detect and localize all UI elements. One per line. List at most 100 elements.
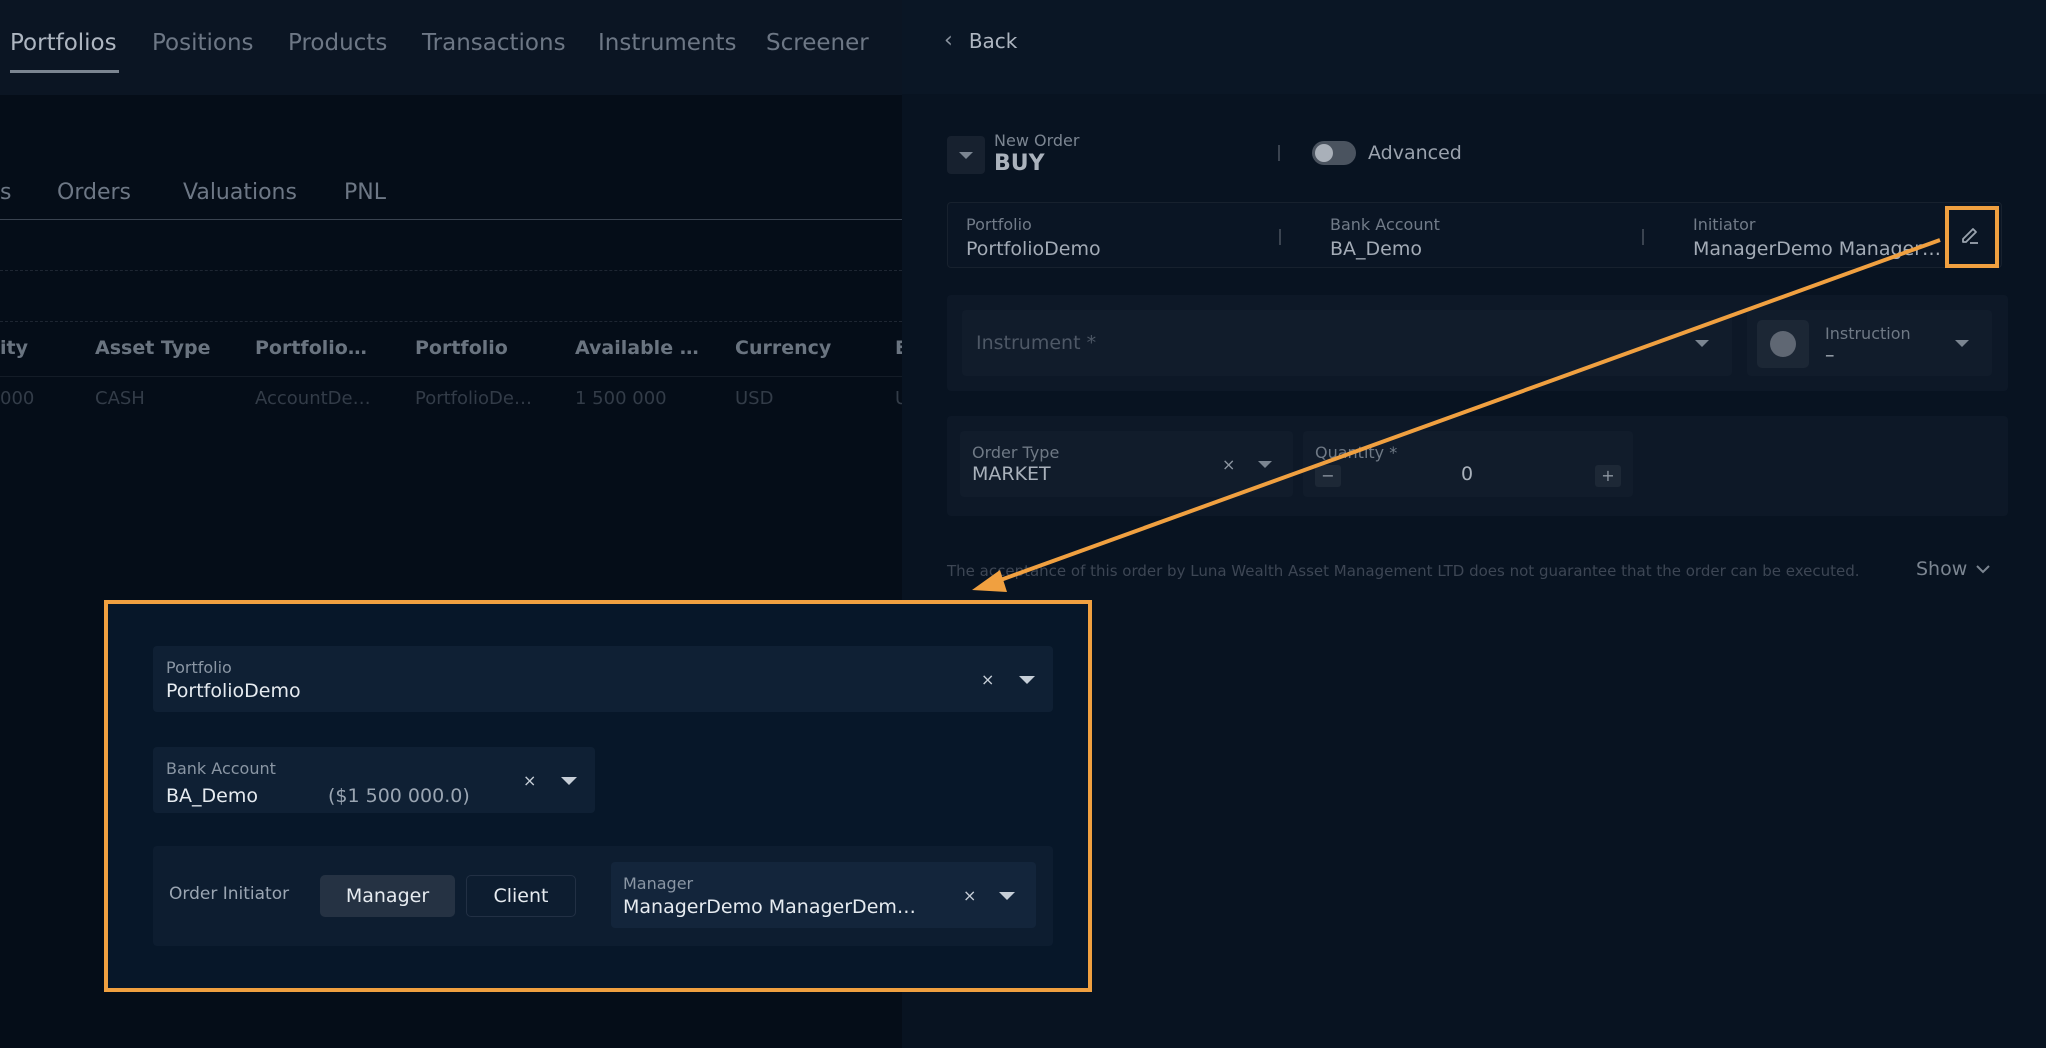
advanced-label: Advanced	[1368, 142, 1462, 164]
close-icon[interactable]: ×	[963, 886, 976, 905]
table-cell: AccountDe…	[255, 388, 371, 409]
bank-account-balance: ($1 500 000.0)	[328, 785, 470, 807]
bank-account-value: BA_Demo	[166, 785, 258, 807]
column-header[interactable]: E	[895, 337, 902, 359]
edit-summary-button[interactable]	[1947, 207, 1993, 263]
sub-tab-orders[interactable]: Orders	[57, 180, 131, 205]
manager-label: Manager	[623, 874, 694, 893]
back-button[interactable]: ‹ Back	[944, 28, 1017, 53]
quantity-increment-button[interactable]: +	[1595, 465, 1621, 487]
separator	[1642, 229, 1644, 245]
caret-down-icon[interactable]	[561, 777, 577, 785]
table-divider	[0, 321, 902, 322]
manager-value: ManagerDemo ManagerDem…	[623, 896, 916, 918]
zoomed-edit-form: Portfolio PortfolioDemo × Bank Account B…	[104, 600, 1092, 992]
close-icon[interactable]: ×	[1222, 455, 1235, 474]
order-params-section: Order Type MARKET × Quantity * − 0 +	[947, 416, 2008, 516]
instrument-section: Instrument * Instruction –	[947, 295, 2008, 391]
initiator-manager-button[interactable]: Manager	[320, 875, 455, 917]
column-header[interactable]: Portfolio	[415, 337, 508, 359]
summary-bank-value: BA_Demo	[1330, 238, 1422, 260]
new-order-label: New Order	[994, 131, 1080, 150]
portfolio-label: Portfolio	[166, 658, 232, 677]
order-initiator-label: Order Initiator	[169, 884, 290, 904]
pencil-icon	[1962, 228, 1978, 244]
quantity-stepper[interactable]: Quantity * − 0 +	[1303, 431, 1633, 497]
nav-tab-instruments[interactable]: Instruments	[598, 30, 737, 56]
order-type-value: MARKET	[972, 463, 1051, 485]
back-label: Back	[968, 28, 1018, 53]
caret-down-icon[interactable]	[999, 892, 1015, 900]
instruction-icon	[1757, 320, 1809, 368]
order-side-value: BUY	[994, 151, 1045, 176]
table-divider	[0, 270, 902, 271]
show-label: Show	[1916, 558, 1968, 580]
instrument-placeholder: Instrument *	[976, 332, 1097, 354]
summary-portfolio-label: Portfolio	[966, 215, 1032, 234]
initiator-client-button[interactable]: Client	[466, 875, 576, 917]
quantity-value: 0	[1461, 463, 1474, 485]
column-header[interactable]: Asset Type	[95, 337, 210, 359]
column-header[interactable]: Currency	[735, 337, 831, 359]
column-header[interactable]: Available …	[575, 337, 699, 359]
circle-icon	[1770, 331, 1796, 357]
order-summary-bar: Portfolio PortfolioDemo Bank Account BA_…	[947, 202, 2002, 268]
order-initiator-row: Order Initiator Manager Client Manager M…	[153, 846, 1053, 946]
instruction-select[interactable]: Instruction –	[1747, 310, 1992, 376]
table-cell: 000	[0, 388, 35, 409]
instrument-select[interactable]: Instrument *	[962, 310, 1732, 376]
chevron-down-icon	[1976, 565, 1990, 574]
manager-option-label: Manager	[345, 885, 430, 907]
top-nav: Portfolios Positions Products Transactio…	[0, 0, 902, 95]
summary-initiator-label: Initiator	[1693, 215, 1756, 234]
column-header[interactable]: Portfolio…	[255, 337, 367, 359]
separator	[1279, 229, 1281, 245]
sub-tab-valuations[interactable]: Valuations	[183, 180, 297, 205]
bank-account-select[interactable]: Bank Account BA_Demo ($1 500 000.0) ×	[153, 747, 595, 813]
table-row-divider	[0, 376, 902, 377]
show-disclaimer-button[interactable]: Show	[1916, 558, 1991, 580]
quantity-decrement-button[interactable]: −	[1315, 465, 1341, 487]
nav-tab-portfolios[interactable]: Portfolios	[10, 30, 117, 56]
caret-down-icon[interactable]	[1019, 676, 1035, 684]
client-option-label: Client	[493, 885, 549, 907]
order-disclaimer: The acceptance of this order by Luna Wea…	[947, 562, 1860, 580]
instruction-value: –	[1825, 344, 1835, 366]
table-cell: 1 500 000	[575, 388, 667, 409]
summary-initiator-value: ManagerDemo Manager…	[1693, 238, 1942, 260]
summary-bank-label: Bank Account	[1330, 215, 1440, 234]
table-cell: PortfolioDe…	[415, 388, 532, 409]
nav-tab-products[interactable]: Products	[288, 30, 387, 56]
order-type-select[interactable]: Order Type MARKET ×	[960, 431, 1293, 497]
advanced-toggle[interactable]	[1312, 141, 1356, 165]
caret-down-icon	[1955, 340, 1969, 347]
chevron-left-icon: ‹	[944, 28, 953, 53]
sub-tab-divider	[0, 219, 902, 220]
nav-tab-positions[interactable]: Positions	[152, 30, 254, 56]
column-header[interactable]: ity	[0, 337, 28, 359]
caret-down-icon	[959, 151, 973, 159]
table-cell: USD	[735, 388, 774, 409]
sub-tab-partial[interactable]: s	[0, 180, 11, 205]
nav-tab-transactions[interactable]: Transactions	[422, 30, 566, 56]
sub-tab-pnl[interactable]: PNL	[344, 180, 386, 205]
instruction-label: Instruction	[1825, 324, 1911, 343]
separator	[1278, 145, 1280, 161]
order-type-label: Order Type	[972, 443, 1060, 462]
bank-account-label: Bank Account	[166, 759, 276, 778]
table-cell: U	[895, 388, 902, 409]
manager-select[interactable]: Manager ManagerDemo ManagerDem… ×	[611, 862, 1036, 928]
nav-tab-screener[interactable]: Screener	[766, 30, 869, 56]
caret-down-icon	[1695, 340, 1709, 347]
portfolio-value: PortfolioDemo	[166, 680, 301, 702]
quantity-label: Quantity *	[1315, 443, 1398, 462]
toggle-knob	[1315, 144, 1333, 162]
order-side-dropdown[interactable]	[947, 136, 985, 174]
portfolio-select[interactable]: Portfolio PortfolioDemo ×	[153, 646, 1053, 712]
close-icon[interactable]: ×	[523, 771, 536, 790]
panel-header: ‹ Back	[902, 0, 2046, 94]
table-cell: CASH	[95, 388, 145, 409]
nav-active-underline	[10, 70, 119, 73]
close-icon[interactable]: ×	[981, 670, 994, 689]
summary-portfolio-value: PortfolioDemo	[966, 238, 1101, 260]
